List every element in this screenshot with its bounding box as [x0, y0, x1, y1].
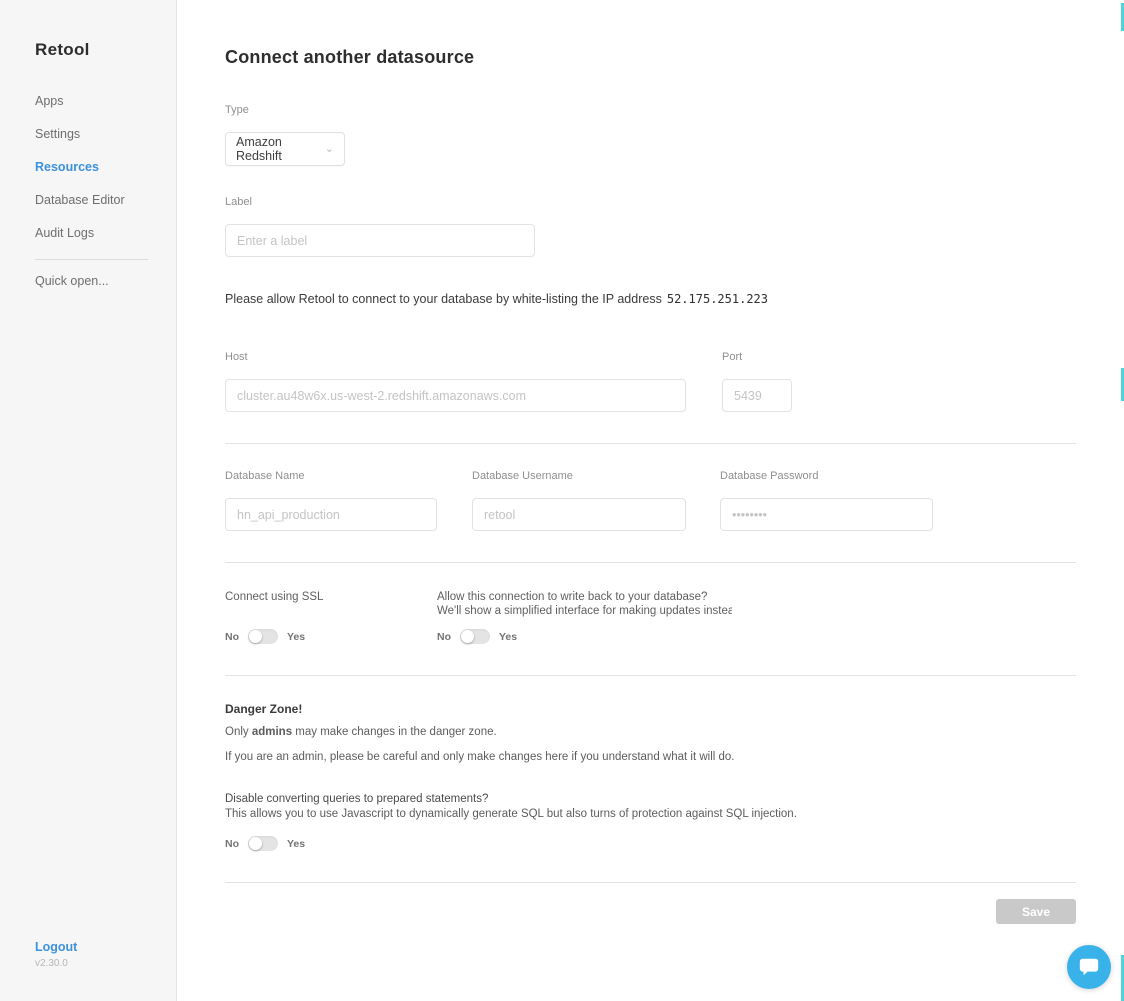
- port-field-group: Port: [722, 351, 792, 412]
- ip-whitelist-notice: Please allow Retool to connect to your d…: [225, 292, 1076, 306]
- sidebar-divider: [35, 259, 148, 260]
- danger-admins-note: Only admins may make changes in the dang…: [225, 726, 1076, 738]
- label-field-group: Label: [225, 196, 1076, 257]
- ip-notice-text: Please allow Retool to connect to your d…: [225, 292, 662, 306]
- database-password-label: Database Password: [720, 470, 819, 482]
- section-divider: [225, 443, 1076, 444]
- ssl-toggle-group: Connect using SSL No Yes: [225, 590, 437, 644]
- label-input[interactable]: [225, 224, 535, 257]
- write-back-question: Allow this connection to write back to y…: [437, 591, 708, 603]
- retool-logo: Retool: [35, 40, 90, 59]
- ssl-toggle[interactable]: [248, 629, 278, 644]
- host-field-group: Host: [225, 351, 686, 412]
- prepared-statements-description: This allows you to use Javascript to dyn…: [225, 808, 797, 820]
- port-input[interactable]: [722, 379, 792, 412]
- sidebar-item-resources[interactable]: Resources: [35, 160, 176, 174]
- database-username-input[interactable]: [472, 498, 686, 531]
- type-field-group: Type Amazon Redshift ⌄: [225, 104, 1076, 166]
- prepared-statements-question: Disable converting queries to prepared s…: [225, 793, 489, 805]
- database-credentials-row: Database Name Database Username Database…: [225, 470, 1076, 531]
- database-password-input[interactable]: [720, 498, 933, 531]
- version-label: v2.30.0: [35, 958, 68, 969]
- sidebar-item-apps[interactable]: Apps: [35, 94, 176, 108]
- danger-zone-title: Danger Zone!: [225, 702, 303, 716]
- danger-note-bold: admins: [251, 726, 293, 738]
- prepared-yes-label: Yes: [287, 837, 306, 850]
- prepared-no-label: No: [225, 837, 239, 850]
- ssl-yes-label: Yes: [287, 630, 306, 643]
- chat-bubble-icon: [1078, 956, 1100, 978]
- type-select[interactable]: Amazon Redshift ⌄: [225, 132, 345, 166]
- type-label: Type: [225, 104, 249, 116]
- prepared-toggle-control: No Yes: [225, 836, 1076, 851]
- sidebar-nav: Apps Settings Resources Database Editor …: [35, 94, 176, 288]
- write-back-toggle-group: Allow this connection to write back to y…: [437, 590, 732, 644]
- host-port-row: Host Port: [225, 351, 1076, 412]
- ssl-no-label: No: [225, 630, 239, 643]
- ssl-toggle-control: No Yes: [225, 629, 437, 644]
- connection-options-row: Connect using SSL No Yes Allow this conn…: [225, 590, 1076, 644]
- prepared-statements-toggle[interactable]: [248, 836, 278, 851]
- section-divider: [225, 562, 1076, 563]
- save-row: Save: [225, 899, 1076, 924]
- toggle-knob: [249, 630, 262, 643]
- toggle-knob: [249, 837, 262, 850]
- host-input[interactable]: [225, 379, 686, 412]
- port-label: Port: [722, 351, 743, 363]
- write-back-toggle-control: No Yes: [437, 629, 732, 644]
- write-back-yes-label: Yes: [499, 630, 518, 643]
- label-label: Label: [225, 196, 252, 208]
- danger-zone-section: Danger Zone! Only admins may make change…: [225, 702, 1076, 851]
- host-label: Host: [225, 351, 248, 363]
- database-username-label: Database Username: [472, 470, 573, 482]
- write-back-no-label: No: [437, 630, 451, 643]
- database-name-group: Database Name: [225, 470, 437, 531]
- ssl-label: Connect using SSL: [225, 591, 324, 603]
- ip-address: 52.175.251.223: [666, 292, 768, 306]
- danger-note-suffix: may make changes in the danger zone.: [292, 726, 497, 738]
- danger-caution-note: If you are an admin, please be careful a…: [225, 751, 735, 763]
- save-button[interactable]: Save: [996, 899, 1076, 924]
- section-divider: [225, 675, 1076, 676]
- sidebar-item-audit-logs[interactable]: Audit Logs: [35, 226, 176, 240]
- database-name-input[interactable]: [225, 498, 437, 531]
- section-divider: [225, 882, 1076, 883]
- intercom-chat-button[interactable]: [1067, 945, 1111, 989]
- toggle-knob: [461, 630, 474, 643]
- database-username-group: Database Username: [472, 470, 686, 531]
- write-back-description: We'll show a simplified interface for ma…: [437, 605, 732, 617]
- chevron-down-icon: ⌄: [324, 142, 334, 155]
- type-select-value: Amazon Redshift: [236, 135, 282, 163]
- danger-note-prefix: Only: [225, 726, 252, 738]
- sidebar-footer: Logout v2.30.0: [35, 940, 77, 969]
- page-title: Connect another datasource: [225, 47, 475, 67]
- sidebar-item-database-editor[interactable]: Database Editor: [35, 193, 176, 207]
- logout-link[interactable]: Logout: [35, 940, 77, 954]
- database-name-label: Database Name: [225, 470, 305, 482]
- sidebar-item-quick-open[interactable]: Quick open...: [35, 274, 176, 288]
- prepared-statements-group: Disable converting queries to prepared s…: [225, 793, 1076, 851]
- database-password-group: Database Password: [720, 470, 933, 531]
- sidebar: Retool Apps Settings Resources Database …: [0, 0, 177, 1001]
- sidebar-item-settings[interactable]: Settings: [35, 127, 176, 141]
- write-back-toggle[interactable]: [460, 629, 490, 644]
- main-content: Connect another datasource Type Amazon R…: [225, 0, 1076, 924]
